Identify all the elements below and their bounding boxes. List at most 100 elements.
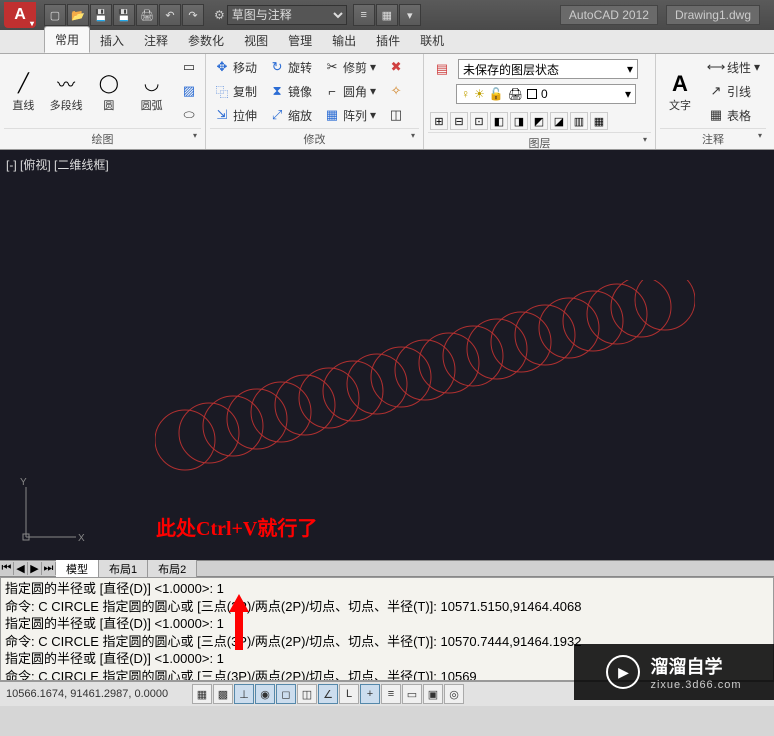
layer-tool7[interactable]: ◪ — [550, 112, 568, 130]
ribbon: ╱直线 〰多段线 ◯圆 ◡圆弧 ▭ ▨ ⬭ 绘图 ✥移动 ⿻复制 ⇲拉伸 ↻旋转… — [0, 54, 774, 150]
status-dyn[interactable]: + — [360, 684, 380, 704]
svg-text:X: X — [78, 533, 85, 544]
scale-button[interactable]: ⤢缩放 — [265, 104, 316, 126]
workspace-switcher[interactable]: ⚙ 草图与注释 — [214, 5, 347, 25]
table-button[interactable]: ▦表格 — [704, 104, 764, 126]
qat-redo-icon[interactable]: ↷ — [182, 4, 204, 26]
fillet-button[interactable]: ⌐圆角▾ — [320, 80, 380, 102]
move-button[interactable]: ✥移动 — [210, 56, 261, 78]
tab-output[interactable]: 输出 — [322, 28, 366, 53]
play-icon: ▶ — [606, 655, 640, 689]
leader-button[interactable]: ↗引线 — [704, 80, 764, 102]
status-qp[interactable]: ▣ — [423, 684, 443, 704]
qat-extra2-icon[interactable]: ▦ — [376, 4, 398, 26]
status-otrack[interactable]: ∠ — [318, 684, 338, 704]
tab-nav-next[interactable]: ▶ — [28, 562, 42, 575]
layer-tool2[interactable]: ⊟ — [450, 112, 468, 130]
panel-draw: ╱直线 〰多段线 ◯圆 ◡圆弧 ▭ ▨ ⬭ 绘图 — [0, 54, 206, 149]
array-button[interactable]: ▦阵列▾ — [320, 104, 380, 126]
status-osnap[interactable]: ◻ — [276, 684, 296, 704]
tab-online[interactable]: 联机 — [410, 28, 454, 53]
tab-model[interactable]: 模型 — [56, 560, 99, 578]
explode-button[interactable]: ✧ — [384, 80, 408, 102]
qat-print-icon[interactable]: 🖨 — [136, 4, 158, 26]
layer-tool3[interactable]: ⊡ — [470, 112, 488, 130]
panel-modify: ✥移动 ⿻复制 ⇲拉伸 ↻旋转 ⧗镜像 ⤢缩放 ✂修剪▾ ⌐圆角▾ ▦阵列▾ ✖… — [206, 54, 424, 149]
qat-saveas-icon[interactable]: 💾 — [113, 4, 135, 26]
svg-text:Y: Y — [20, 477, 27, 488]
status-snap[interactable]: ▦ — [192, 684, 212, 704]
erase-button[interactable]: ✖ — [384, 56, 408, 78]
panel-modify-title[interactable]: 修改 — [210, 128, 419, 149]
status-sc[interactable]: ◎ — [444, 684, 464, 704]
status-grid[interactable]: ▩ — [213, 684, 233, 704]
drawing-content — [155, 280, 695, 480]
layer-tool9[interactable]: ▦ — [590, 112, 608, 130]
cmd-history-line: 指定圆的半径或 [直径(D)] <1.0000>: 1 — [5, 580, 769, 598]
panel-draw-title[interactable]: 绘图 — [4, 128, 201, 149]
layer-tool4[interactable]: ◧ — [490, 112, 508, 130]
drawing-area[interactable]: [-] [俯视] [二维线框] 此处Ctrl+V就行了 Y X — [0, 150, 774, 560]
status-polar[interactable]: ◉ — [255, 684, 275, 704]
panel-annotate-title[interactable]: 注释 — [660, 128, 766, 149]
status-ducs[interactable]: L — [339, 684, 359, 704]
tab-nav-last[interactable]: ⏭ — [42, 562, 56, 575]
qat-new-icon[interactable]: ▢ — [44, 4, 66, 26]
arc-button[interactable]: ◡圆弧 — [132, 56, 171, 126]
status-ortho[interactable]: ⊥ — [234, 684, 254, 704]
tab-annotate[interactable]: 注释 — [134, 28, 178, 53]
mirror-button[interactable]: ⧗镜像 — [265, 80, 316, 102]
rectangle-button[interactable]: ▭ — [177, 56, 201, 78]
polyline-button[interactable]: 〰多段线 — [47, 56, 86, 126]
status-tpy[interactable]: ▭ — [402, 684, 422, 704]
tab-layout2[interactable]: 布局2 — [148, 560, 197, 578]
document-name-label: Drawing1.dwg — [666, 5, 760, 25]
layer-state-dropdown[interactable]: 未保存的图层状态▾ — [458, 59, 638, 79]
linear-dim-button[interactable]: ⟷线性▾ — [704, 56, 764, 78]
qat-save-icon[interactable]: 💾 — [90, 4, 112, 26]
viewport-label[interactable]: [-] [俯视] [二维线框] — [6, 156, 109, 173]
tab-layout1[interactable]: 布局1 — [99, 560, 148, 578]
layer-current-dropdown[interactable]: ♀☀🔓🖨 0▾ — [456, 84, 636, 104]
tab-insert[interactable]: 插入 — [90, 28, 134, 53]
panel-annotate: A文字 ⟷线性▾ ↗引线 ▦表格 注释 — [656, 54, 770, 149]
status-lwt[interactable]: ≡ — [381, 684, 401, 704]
app-name-label: AutoCAD 2012 — [560, 5, 658, 25]
ucs-icon: Y X — [16, 477, 86, 550]
layer-tool6[interactable]: ◩ — [530, 112, 548, 130]
tab-nav-first[interactable]: ⏮ — [0, 562, 14, 575]
panel-layers: ▤ 未保存的图层状态▾ ♀☀🔓🖨 0▾ ⊞ ⊟ ⊡ ◧ ◨ ◩ ◪ — [424, 54, 656, 149]
tab-manage[interactable]: 管理 — [278, 28, 322, 53]
qat-extra1-icon[interactable]: ≡ — [353, 4, 375, 26]
coordinates-display[interactable]: 10566.1674, 91461.2987, 0.0000 — [6, 688, 186, 700]
circle-button[interactable]: ◯圆 — [90, 56, 129, 126]
title-bar: A ▢ 📂 💾 💾 🖨 ↶ ↷ ⚙ 草图与注释 ≡ ▦ ▾ AutoCAD 20… — [0, 0, 774, 30]
tab-plugins[interactable]: 插件 — [366, 28, 410, 53]
offset-button[interactable]: ◫ — [384, 104, 408, 126]
rotate-button[interactable]: ↻旋转 — [265, 56, 316, 78]
copy-button[interactable]: ⿻复制 — [210, 80, 261, 102]
trim-button[interactable]: ✂修剪▾ — [320, 56, 380, 78]
ellipse-button[interactable]: ⬭ — [177, 104, 201, 126]
watermark-title: 溜溜自学 — [650, 653, 741, 679]
app-menu-button[interactable]: A — [4, 2, 36, 28]
qat-undo-icon[interactable]: ↶ — [159, 4, 181, 26]
layer-tool8[interactable]: ▥ — [570, 112, 588, 130]
tab-parametric[interactable]: 参数化 — [178, 28, 234, 53]
qat-open-icon[interactable]: 📂 — [67, 4, 89, 26]
line-button[interactable]: ╱直线 — [4, 56, 43, 126]
status-3dosnap[interactable]: ◫ — [297, 684, 317, 704]
qat-extra3-icon[interactable]: ▾ — [399, 4, 421, 26]
stretch-button[interactable]: ⇲拉伸 — [210, 104, 261, 126]
workspace-select[interactable]: 草图与注释 — [227, 5, 347, 25]
layer-tool1[interactable]: ⊞ — [430, 112, 448, 130]
quick-access-toolbar: ▢ 📂 💾 💾 🖨 ↶ ↷ — [44, 4, 204, 26]
tab-view[interactable]: 视图 — [234, 28, 278, 53]
hatch-button[interactable]: ▨ — [177, 80, 201, 102]
text-button[interactable]: A文字 — [660, 56, 700, 126]
tab-home[interactable]: 常用 — [44, 26, 90, 53]
layer-properties-button[interactable]: ▤ — [430, 58, 454, 80]
layer-tool5[interactable]: ◨ — [510, 112, 528, 130]
tab-nav-prev[interactable]: ◀ — [14, 562, 28, 575]
overlay-annotation: 此处Ctrl+V就行了 — [156, 512, 317, 541]
